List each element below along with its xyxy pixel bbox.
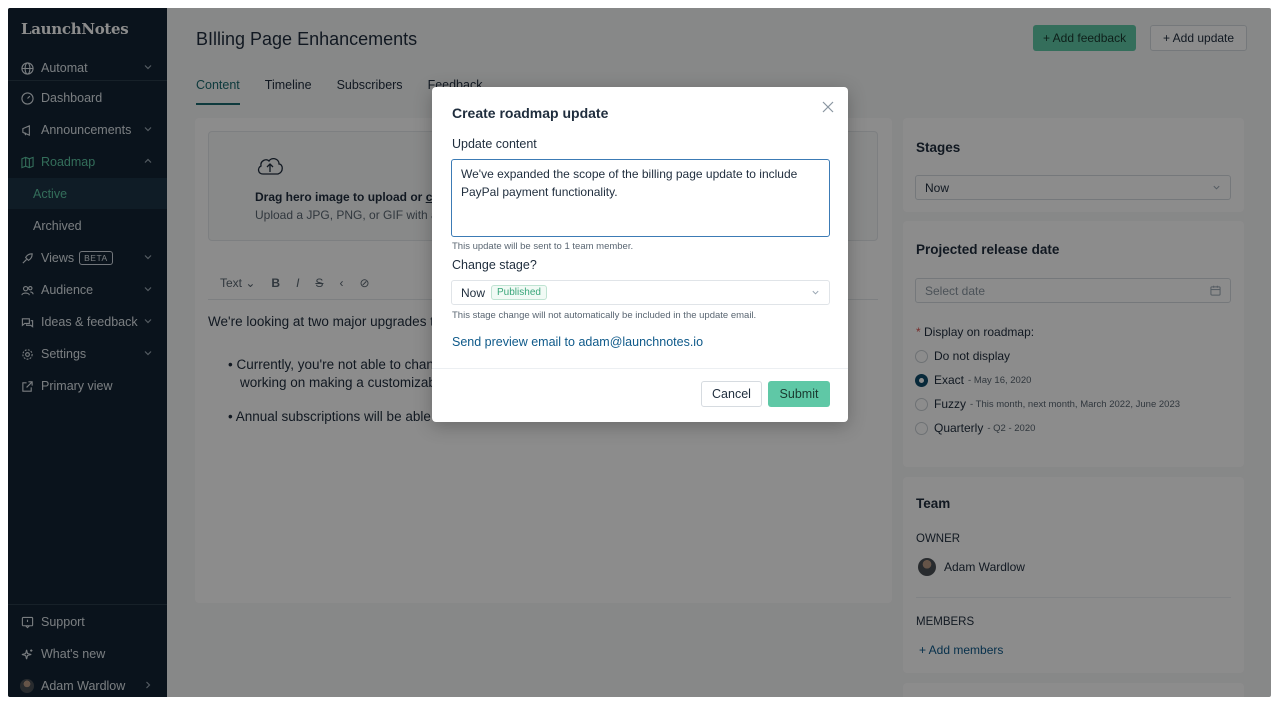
submit-button[interactable]: Submit: [768, 381, 830, 407]
send-preview-email-link[interactable]: Send preview email to adam@launchnotes.i…: [452, 335, 703, 349]
chevron-down-icon: [812, 290, 819, 295]
stage-change-hint: This stage change will not automatically…: [452, 310, 757, 321]
stage-select-value: Now: [461, 285, 486, 300]
recipients-hint: This update will be sent to 1 team membe…: [452, 241, 634, 252]
status-badge: Published: [491, 285, 547, 300]
create-roadmap-update-modal: Create roadmap update Update content We'…: [432, 87, 848, 422]
modal-title: Create roadmap update: [452, 105, 609, 121]
change-stage-label: Change stage?: [452, 258, 537, 272]
update-content-textarea[interactable]: We've expanded the scope of the billing …: [451, 159, 830, 237]
change-stage-select[interactable]: Now Published: [451, 280, 830, 305]
modal-divider: [432, 368, 848, 369]
app-window: LaunchNotes Automat Dashboard Announceme…: [8, 8, 1271, 697]
update-content-label: Update content: [452, 137, 537, 151]
close-icon[interactable]: [822, 101, 834, 113]
cancel-button[interactable]: Cancel: [701, 381, 762, 407]
